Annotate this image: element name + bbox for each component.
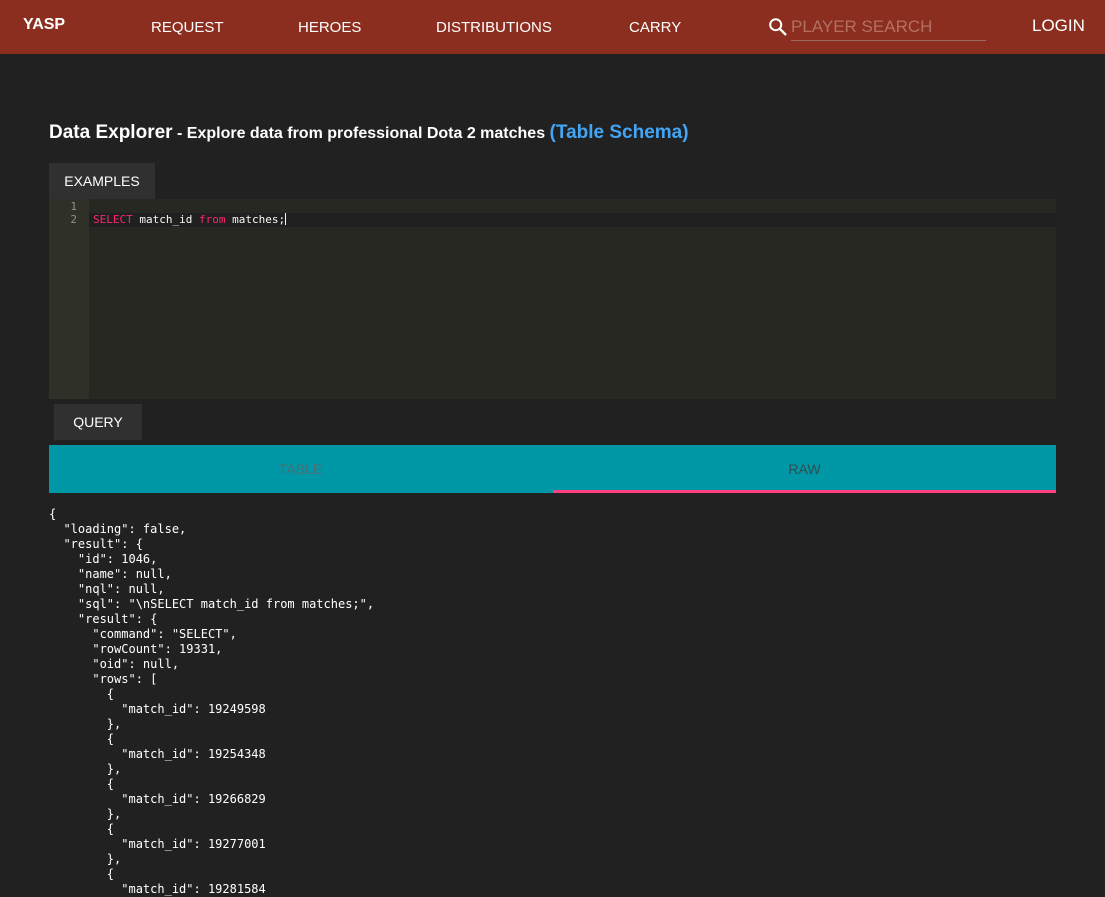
result-tabs: TABLE RAW bbox=[49, 445, 1056, 493]
page-title-text: Data Explorer bbox=[49, 122, 173, 143]
active-tab-indicator bbox=[553, 490, 1056, 493]
nav-distributions[interactable]: DISTRIBUTIONS bbox=[436, 19, 552, 36]
tab-raw[interactable]: RAW bbox=[553, 445, 1056, 493]
code-line: SELECT match_id from matches; bbox=[93, 213, 287, 226]
raw-json-output: { "loading": false, "result": { "id": 10… bbox=[49, 507, 375, 896]
table-schema-link[interactable]: (Table Schema) bbox=[550, 122, 689, 143]
page-title: Data Explorer - Explore data from profes… bbox=[49, 122, 689, 144]
query-button[interactable]: QUERY bbox=[54, 404, 142, 440]
login-link[interactable]: LOGIN bbox=[1032, 16, 1085, 36]
brand-logo[interactable]: YASP bbox=[23, 16, 65, 34]
page-subtitle: - Explore data from professional Dota 2 … bbox=[177, 125, 546, 142]
nav-request[interactable]: REQUEST bbox=[151, 19, 224, 36]
sql-text: matches; bbox=[225, 213, 286, 226]
sql-editor[interactable]: 1 2 SELECT match_id from matches; bbox=[49, 199, 1056, 399]
player-search-input[interactable] bbox=[791, 13, 986, 41]
examples-button[interactable]: EXAMPLES bbox=[49, 163, 155, 199]
nav-carry[interactable]: CARRY bbox=[629, 19, 681, 36]
line-number: 1 bbox=[70, 200, 77, 213]
nav-heroes[interactable]: HEROES bbox=[298, 19, 361, 36]
player-search bbox=[767, 12, 987, 42]
search-icon bbox=[769, 18, 787, 36]
top-navbar: YASP REQUEST HEROES DISTRIBUTIONS CARRY … bbox=[0, 0, 1105, 54]
line-number: 2 bbox=[70, 213, 77, 226]
sql-keyword: from bbox=[198, 213, 226, 226]
editor-gutter: 1 2 bbox=[49, 199, 89, 399]
sql-text: match_id bbox=[132, 213, 199, 226]
text-cursor bbox=[285, 213, 287, 225]
sql-keyword: SELECT bbox=[93, 213, 133, 226]
tab-table[interactable]: TABLE bbox=[49, 445, 552, 493]
